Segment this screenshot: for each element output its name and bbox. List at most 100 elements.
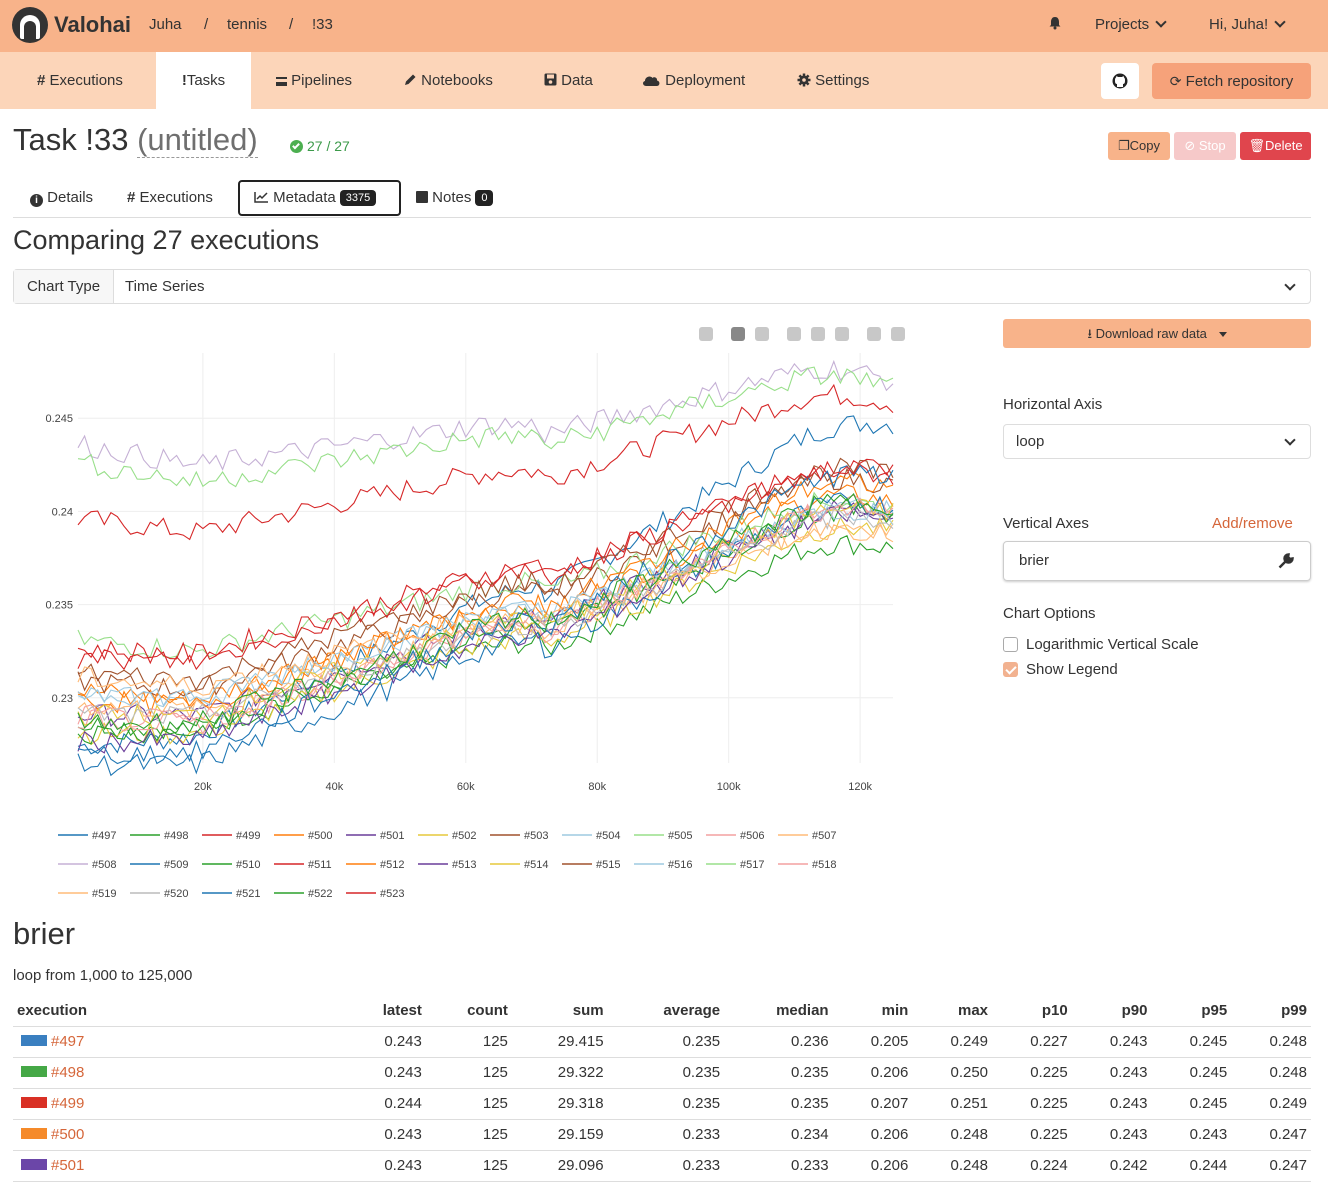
legend-label[interactable]: #519	[92, 888, 116, 900]
legend-label[interactable]: #512	[380, 859, 404, 871]
legend-label[interactable]: #514	[524, 859, 548, 871]
reset-axes-icon[interactable]	[867, 327, 881, 341]
legend-label[interactable]: #497	[92, 830, 116, 842]
legend-label[interactable]: #502	[452, 830, 476, 842]
legend-label[interactable]: #521	[236, 888, 260, 900]
nav-settings[interactable]: Settings	[797, 52, 869, 109]
column-header[interactable]: count	[425, 996, 512, 1027]
legend-label[interactable]: #513	[452, 859, 476, 871]
column-header[interactable]: sum	[511, 996, 608, 1027]
autoscale-icon[interactable]	[835, 327, 849, 341]
brand-name[interactable]: Valohai	[54, 12, 131, 38]
nav-pipelines[interactable]: Pipelines	[276, 52, 352, 109]
series-line-502[interactable]	[77, 516, 894, 746]
legend-label[interactable]: #515	[596, 859, 620, 871]
nav-deployment[interactable]: Deployment	[641, 52, 745, 109]
add-remove-link[interactable]: Add/remove	[1212, 515, 1293, 532]
fetch-repository-button[interactable]: ⟳ Fetch repository	[1152, 63, 1311, 99]
legend-label[interactable]: #505	[668, 830, 692, 842]
column-header[interactable]: average	[607, 996, 725, 1027]
column-header[interactable]: p90	[1071, 996, 1152, 1027]
nav-tasks[interactable]: !Tasks	[156, 52, 251, 109]
column-header[interactable]: latest	[343, 996, 426, 1027]
stat-cell: 0.235	[724, 1088, 833, 1120]
legend-label[interactable]: #498	[164, 830, 188, 842]
legend-label[interactable]: #522	[308, 888, 332, 900]
bell-icon[interactable]	[1048, 16, 1062, 30]
zoom-in-icon[interactable]	[787, 327, 801, 341]
tab-details[interactable]: i Details	[30, 180, 93, 216]
column-header[interactable]: p95	[1151, 996, 1232, 1027]
legend-label[interactable]: #499	[236, 830, 260, 842]
legend-label[interactable]: #517	[740, 859, 764, 871]
column-header[interactable]: p10	[992, 996, 1072, 1027]
nav-data[interactable]: Data	[544, 52, 593, 109]
tab-notes[interactable]: Notes 0	[416, 180, 494, 216]
series-line-514[interactable]	[77, 498, 894, 728]
column-header[interactable]: min	[832, 996, 913, 1027]
copy-button[interactable]: ❐Copy	[1108, 132, 1170, 160]
log-scale-label[interactable]: Logarithmic Vertical Scale	[1026, 636, 1199, 653]
stop-button[interactable]: ⊘ Stop	[1174, 132, 1236, 160]
nav-executions[interactable]: # Executions	[37, 52, 123, 109]
nav-notebooks[interactable]: Notebooks	[403, 52, 493, 109]
zoom-icon[interactable]	[731, 327, 745, 341]
log-scale-checkbox[interactable]	[1003, 637, 1018, 652]
zoom-out-icon[interactable]	[811, 327, 825, 341]
download-raw-data-button[interactable]: ⭳ Download raw data	[1003, 319, 1311, 348]
legend-label[interactable]: #506	[740, 830, 764, 842]
execution-link[interactable]: #499	[51, 1095, 84, 1112]
camera-icon[interactable]	[699, 327, 713, 341]
breadcrumb-task[interactable]: !33	[312, 16, 333, 33]
legend-label[interactable]: #523	[380, 888, 404, 900]
execution-cell: #498	[13, 1057, 343, 1089]
chart-type-select[interactable]: Chart Type Time Series	[13, 269, 1311, 304]
legend-label[interactable]: #501	[380, 830, 404, 842]
wrench-icon[interactable]	[1278, 553, 1294, 569]
pan-icon[interactable]	[755, 327, 769, 341]
series-line-507[interactable]	[77, 522, 894, 718]
github-button[interactable]	[1101, 63, 1139, 99]
legend-label[interactable]: #504	[596, 830, 620, 842]
valohai-logo-icon[interactable]	[12, 7, 48, 43]
column-header[interactable]: median	[724, 996, 833, 1027]
series-line-520[interactable]	[77, 507, 894, 724]
series-line-499[interactable]	[77, 383, 894, 541]
legend-label[interactable]: #500	[308, 830, 332, 842]
legend-label[interactable]: #511	[308, 859, 332, 871]
series-line-512[interactable]	[77, 471, 894, 716]
note-icon	[416, 191, 428, 203]
legend-label[interactable]: #520	[164, 888, 188, 900]
show-legend-label[interactable]: Show Legend	[1026, 661, 1118, 678]
execution-link[interactable]: #501	[51, 1157, 84, 1174]
series-line-503[interactable]	[77, 467, 894, 697]
legend-label[interactable]: #508	[92, 859, 116, 871]
column-header[interactable]: p99	[1231, 996, 1311, 1027]
column-header[interactable]: execution	[13, 996, 343, 1027]
execution-link[interactable]: #500	[51, 1126, 84, 1143]
execution-link[interactable]: #498	[51, 1064, 84, 1081]
legend-label[interactable]: #518	[812, 859, 836, 871]
legend-label[interactable]: #503	[524, 830, 548, 842]
breadcrumb-owner[interactable]: Juha	[149, 16, 182, 33]
horizontal-axis-select[interactable]: loop	[1003, 424, 1311, 459]
projects-menu[interactable]: Projects	[1095, 16, 1167, 33]
help-icon[interactable]	[891, 327, 905, 341]
vertical-axes-field[interactable]: brier	[1003, 541, 1311, 581]
breadcrumb-project[interactable]: tennis	[227, 16, 267, 33]
brier-time-series-chart[interactable]: 20k 40k 60k 80k 100k 120k 0.23 0.235 0.24 0.245 #4…	[13, 318, 973, 908]
series-line-508[interactable]	[77, 359, 894, 471]
tab-executions[interactable]: # Executions	[127, 180, 213, 216]
legend-label[interactable]: #516	[668, 859, 692, 871]
delete-button[interactable]: 🗑Delete	[1240, 132, 1311, 160]
show-legend-checkbox[interactable]	[1003, 662, 1018, 677]
legend-label[interactable]: #509	[164, 859, 188, 871]
execution-link[interactable]: #497	[51, 1033, 84, 1050]
series-line-517[interactable]	[77, 366, 894, 488]
legend-label[interactable]: #510	[236, 859, 260, 871]
tab-metadata[interactable]: Metadata 3375	[238, 180, 401, 216]
legend-label[interactable]: #507	[812, 830, 836, 842]
task-name[interactable]: (untitled)	[137, 122, 258, 158]
column-header[interactable]: max	[912, 996, 993, 1027]
user-menu[interactable]: Hi, Juha!	[1209, 16, 1286, 33]
